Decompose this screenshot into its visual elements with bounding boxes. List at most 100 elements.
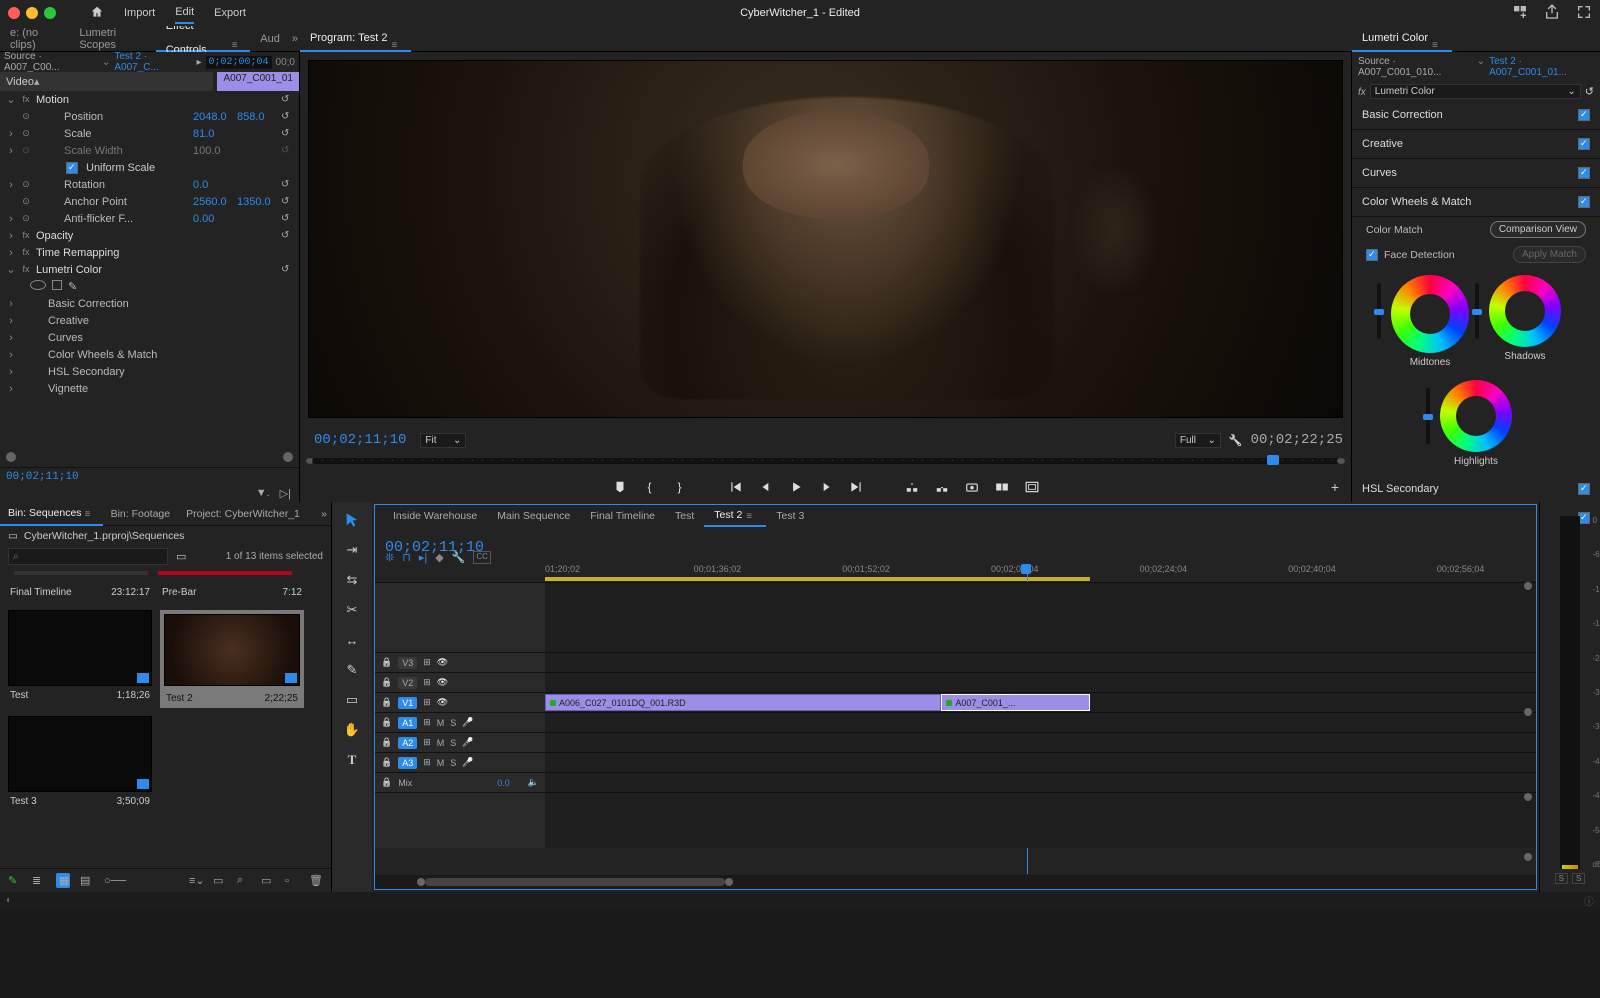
compare-icon[interactable]: [994, 479, 1010, 495]
panel-menu-icon[interactable]: [1432, 33, 1442, 43]
lumetri-hsl[interactable]: HSL Secondary: [1352, 475, 1600, 504]
rect-mask-icon[interactable]: [52, 280, 62, 290]
lock-icon[interactable]: [381, 777, 392, 788]
ec-lumetri-vignette[interactable]: ›Vignette: [0, 380, 299, 397]
ec-zoom-scroll[interactable]: [0, 447, 299, 467]
tab-export[interactable]: Export: [214, 3, 246, 23]
sync-icon[interactable]: [423, 657, 431, 668]
snap-icon[interactable]: ❊: [385, 551, 394, 564]
in-out-range[interactable]: [545, 577, 1090, 581]
reset-icon[interactable]: [281, 128, 293, 139]
marker-icon[interactable]: [612, 479, 628, 495]
bin-item[interactable]: Test 33;50;09: [8, 716, 152, 811]
freeform-view-icon[interactable]: ▤: [80, 874, 94, 887]
tab-effect-controls[interactable]: Effect Controls: [156, 26, 251, 52]
ec-uniform-scale[interactable]: Uniform Scale: [0, 159, 299, 176]
eye-icon[interactable]: [437, 657, 448, 668]
play-icon[interactable]: ▸: [196, 57, 201, 68]
zoom-fit-select[interactable]: Fit⌄: [420, 433, 466, 448]
razor-tool-icon[interactable]: ✂: [342, 600, 362, 620]
lumetri-dropdown[interactable]: Lumetri Color⌄: [1370, 84, 1581, 99]
sync-icon[interactable]: [423, 717, 431, 728]
bin-item[interactable]: Pre-Bar7:12: [160, 585, 304, 602]
ec-sequence-link[interactable]: Test 2 · A007_C...: [114, 51, 192, 73]
ellipse-mask-icon[interactable]: [30, 280, 46, 290]
play-icon[interactable]: [788, 479, 804, 495]
checkbox-icon[interactable]: [1366, 249, 1378, 261]
panel-menu-icon[interactable]: [391, 33, 401, 43]
reset-icon[interactable]: [281, 196, 293, 207]
track-v3[interactable]: V3: [375, 652, 1536, 672]
workspace-icon[interactable]: [1512, 4, 1528, 23]
comparison-view-button[interactable]: Comparison View: [1490, 221, 1586, 238]
shadows-wheel[interactable]: Shadows: [1489, 275, 1561, 368]
out-point-icon[interactable]: }: [672, 479, 688, 495]
ec-video-header[interactable]: Video: [0, 72, 213, 91]
ec-motion[interactable]: ⌄fxMotion: [0, 91, 299, 108]
bin-item[interactable]: Test1;18;26: [8, 610, 152, 708]
wrench-icon[interactable]: 🔧: [452, 551, 466, 564]
eye-icon[interactable]: [437, 677, 448, 688]
add-button-icon[interactable]: +: [1331, 479, 1339, 495]
tab-bin-footage[interactable]: Bin: Footage: [103, 502, 179, 526]
ec-rotation[interactable]: ›⊙Rotation0.0: [0, 176, 299, 193]
search-input[interactable]: [8, 548, 168, 565]
ripple-tool-icon[interactable]: ⇆: [342, 570, 362, 590]
tab-no-clips[interactable]: e: (no clips): [0, 27, 69, 51]
pen-tool-icon[interactable]: ✎: [342, 660, 362, 680]
list-view-icon[interactable]: ≣: [32, 874, 46, 887]
share-icon[interactable]: [1544, 4, 1560, 23]
program-scrubber[interactable]: [300, 454, 1351, 472]
checkbox-icon[interactable]: [1578, 196, 1590, 208]
timeline-tab[interactable]: Inside Warehouse: [383, 505, 487, 527]
lumetri-basic[interactable]: Basic Correction: [1352, 101, 1600, 130]
maximize-icon[interactable]: [44, 7, 56, 19]
bin-item[interactable]: Final Timeline23:12:17: [8, 585, 152, 602]
ec-lumetri-creative[interactable]: ›Creative: [0, 312, 299, 329]
safe-margins-icon[interactable]: [1024, 479, 1040, 495]
delete-icon[interactable]: 🗑: [309, 874, 323, 887]
checkbox-icon[interactable]: [1578, 109, 1590, 121]
selection-tool-icon[interactable]: [342, 510, 362, 530]
tab-program[interactable]: Program: Test 2: [300, 26, 411, 52]
reset-icon[interactable]: [281, 264, 293, 275]
track-mix[interactable]: Mix0.0🔈: [375, 772, 1536, 792]
export-frame-icon[interactable]: [964, 479, 980, 495]
step-forward-icon[interactable]: [818, 479, 834, 495]
step-back-icon[interactable]: [758, 479, 774, 495]
mic-icon[interactable]: [462, 737, 473, 748]
overflow-icon[interactable]: »: [321, 508, 327, 520]
track-select-tool-icon[interactable]: ⇥: [342, 540, 362, 560]
home-icon[interactable]: [90, 1, 104, 26]
ec-lumetri[interactable]: ⌄fxLumetri Color: [0, 261, 299, 278]
playhead-icon[interactable]: [1021, 564, 1031, 574]
checkbox-icon[interactable]: [1578, 138, 1590, 150]
checkbox-icon[interactable]: [1578, 167, 1590, 179]
lock-icon[interactable]: [381, 737, 392, 748]
find-icon[interactable]: ⌕: [237, 874, 251, 887]
lock-icon[interactable]: [381, 657, 392, 668]
filter-icon[interactable]: ▼.: [256, 487, 270, 500]
mic-icon[interactable]: [462, 717, 473, 728]
extract-icon[interactable]: [934, 479, 950, 495]
lift-icon[interactable]: [904, 479, 920, 495]
new-bin-icon[interactable]: ▭: [176, 550, 186, 563]
scrub-end-icon[interactable]: [1337, 458, 1345, 464]
hand-tool-icon[interactable]: ✋: [342, 720, 362, 740]
fullscreen-icon[interactable]: [1576, 4, 1592, 23]
panel-menu-icon[interactable]: [232, 33, 241, 43]
eye-icon[interactable]: [437, 697, 448, 708]
new-bin-icon[interactable]: ▭: [261, 874, 275, 887]
lock-icon[interactable]: [381, 757, 392, 768]
sync-icon[interactable]: [423, 757, 431, 768]
lumetri-creative[interactable]: Creative: [1352, 130, 1600, 159]
tab-lumetri-color[interactable]: Lumetri Color: [1352, 26, 1452, 52]
sync-icon[interactable]: [423, 677, 431, 688]
resolution-select[interactable]: Full⌄: [1175, 433, 1221, 448]
playhead-handle[interactable]: [1267, 455, 1279, 465]
lumetri-curves[interactable]: Curves: [1352, 159, 1600, 188]
reset-icon[interactable]: [281, 179, 293, 190]
highlights-wheel[interactable]: Highlights: [1440, 380, 1512, 467]
cc-icon[interactable]: CC: [473, 551, 491, 564]
marker-icon[interactable]: ▸|: [419, 551, 427, 564]
